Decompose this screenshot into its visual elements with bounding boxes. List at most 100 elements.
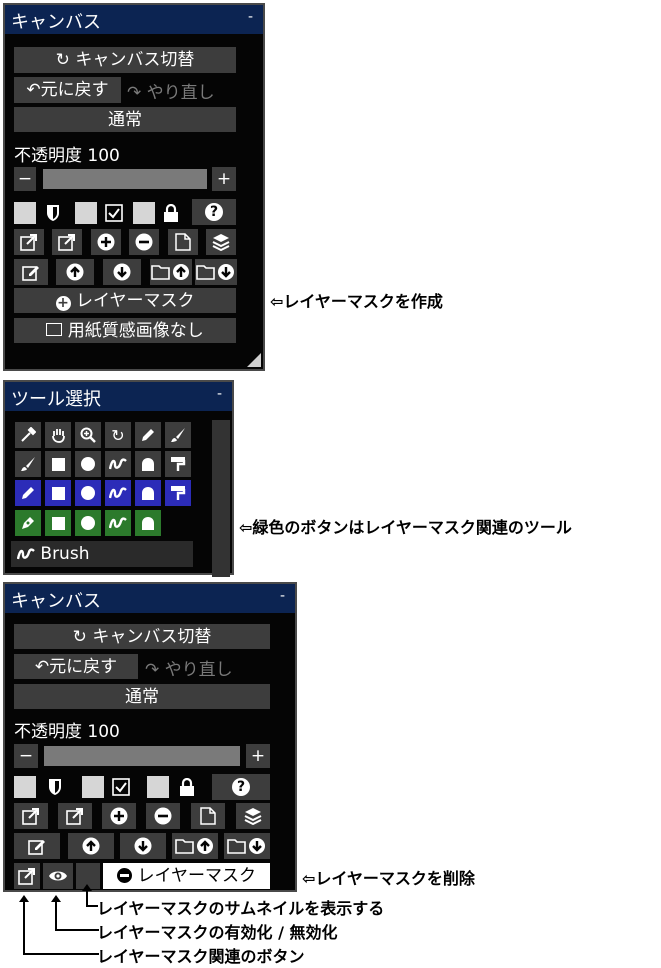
- mask-fill-icon[interactable]: [135, 510, 161, 536]
- opacity-slider[interactable]: [44, 746, 240, 766]
- add-layer-icon[interactable]: [102, 803, 136, 829]
- opacity-minus-button[interactable]: −: [14, 167, 36, 191]
- new-page-icon[interactable]: [191, 803, 225, 829]
- opacity-plus-button[interactable]: +: [246, 744, 270, 768]
- stroke-selected-icon[interactable]: [105, 480, 131, 506]
- mask-related-button-icon[interactable]: [14, 863, 40, 889]
- paintbrush-selected-icon[interactable]: [15, 480, 41, 506]
- layer-color-swatch-1[interactable]: [14, 776, 36, 798]
- help-button[interactable]: ?: [212, 774, 270, 800]
- opacity-minus-button[interactable]: −: [14, 744, 38, 768]
- switch-canvas-button[interactable]: ↻ キャンバス切替: [14, 624, 270, 649]
- tool-panel: ツール選択 - ↻ Brush: [3, 380, 234, 577]
- canvas-panel-mask: キャンバス - ↻ キャンバス切替 ↶元に戻す ↷ やり直し 通常 不透明度 1…: [3, 582, 297, 892]
- shield-icon[interactable]: [43, 776, 67, 798]
- pencil-icon[interactable]: [135, 422, 161, 448]
- add-layer-icon[interactable]: [91, 229, 121, 255]
- layers-icon[interactable]: [206, 229, 236, 255]
- layers-icon[interactable]: [236, 803, 270, 829]
- redo-button[interactable]: ↷ やり直し: [145, 655, 233, 680]
- rotate-icon[interactable]: ↻: [105, 422, 131, 448]
- lock-icon[interactable]: [159, 202, 183, 224]
- hand-icon[interactable]: [45, 422, 71, 448]
- folder-down-icon[interactable]: [224, 833, 270, 859]
- current-tool-bar[interactable]: Brush: [11, 541, 193, 567]
- eyedropper-icon[interactable]: [15, 422, 41, 448]
- help-button[interactable]: ?: [192, 199, 236, 225]
- blend-mode-select[interactable]: 通常: [14, 684, 270, 709]
- annotation-enable-disable: レイヤーマスクの有効化 / 無効化: [97, 923, 338, 942]
- new-page-icon[interactable]: [168, 229, 198, 255]
- rectangle-selected-icon[interactable]: [45, 480, 71, 506]
- layer-color-swatch-3[interactable]: [147, 776, 169, 798]
- brush-icon[interactable]: [165, 422, 191, 448]
- layer-color-swatch-2[interactable]: [82, 776, 104, 798]
- minimize-button[interactable]: -: [248, 9, 253, 25]
- leader-line-enable-v: [55, 900, 57, 930]
- redo-icon: ↷: [145, 660, 160, 680]
- lock-icon[interactable]: [175, 776, 199, 798]
- edit-icon[interactable]: [14, 833, 60, 859]
- layer-color-swatch-2[interactable]: [75, 202, 97, 224]
- remove-layer-icon[interactable]: [129, 229, 159, 255]
- zoom-icon[interactable]: [75, 422, 101, 448]
- opacity-slider[interactable]: [43, 169, 207, 189]
- mask-circle-icon[interactable]: [75, 510, 101, 536]
- undo-button[interactable]: ↶元に戻す: [14, 77, 121, 103]
- paintbrush-icon[interactable]: [15, 451, 41, 477]
- move-up-icon[interactable]: [56, 259, 94, 285]
- rectangle-icon[interactable]: [45, 451, 71, 477]
- layer-color-swatch-1[interactable]: [14, 202, 36, 224]
- shield-icon[interactable]: [41, 202, 65, 224]
- redo-button[interactable]: ↷ やり直し: [127, 78, 215, 103]
- canvas-panel: キャンバス - ↻ キャンバス切替 ↶元に戻す ↷ やり直し 通常 不透明度 1…: [3, 3, 265, 371]
- bell-fill-selected-icon[interactable]: [135, 480, 161, 506]
- help-icon: ?: [205, 203, 223, 221]
- delete-layer-mask-button[interactable]: レイヤーマスク: [103, 863, 270, 889]
- circle-icon[interactable]: [75, 451, 101, 477]
- move-up-icon[interactable]: [68, 833, 114, 859]
- checkbox-icon[interactable]: [102, 202, 126, 224]
- remove-layer-icon[interactable]: [146, 803, 180, 829]
- resize-grip-icon[interactable]: [247, 353, 261, 367]
- edit-icon[interactable]: [14, 259, 48, 285]
- export-icon[interactable]: [14, 803, 48, 829]
- minimize-button[interactable]: -: [280, 588, 285, 604]
- blend-mode-select[interactable]: 通常: [14, 107, 236, 132]
- roller-icon[interactable]: [165, 451, 191, 477]
- checkbox-icon[interactable]: [109, 776, 133, 798]
- mask-stroke-icon[interactable]: [105, 510, 131, 536]
- layer-color-swatch-3[interactable]: [133, 202, 155, 224]
- export-icon[interactable]: [14, 229, 44, 255]
- canvas-panel-titlebar[interactable]: キャンバス -: [5, 5, 263, 34]
- bell-fill-icon[interactable]: [135, 451, 161, 477]
- folder-up-icon[interactable]: [172, 833, 218, 859]
- eye-icon[interactable]: [43, 863, 73, 889]
- paper-texture-button[interactable]: 用紙質感画像なし: [14, 318, 236, 343]
- folder-up-icon[interactable]: [150, 259, 192, 285]
- create-layer-mask-button[interactable]: + レイヤーマスク: [14, 288, 236, 313]
- tool-panel-titlebar[interactable]: ツール選択 -: [5, 382, 232, 411]
- leader-line-related-v: [23, 900, 25, 954]
- opacity-plus-button[interactable]: +: [212, 167, 236, 191]
- move-down-icon[interactable]: [103, 259, 141, 285]
- roller-selected-icon[interactable]: [165, 480, 191, 506]
- canvas-panel-mask-titlebar[interactable]: キャンバス -: [5, 584, 295, 613]
- export-alt-icon[interactable]: [52, 229, 82, 255]
- undo-icon: ↶: [34, 657, 50, 677]
- delete-layer-mask-label: レイヤーマスク: [137, 866, 256, 886]
- mask-rectangle-icon[interactable]: [45, 510, 71, 536]
- switch-canvas-button[interactable]: ↻ キャンバス切替: [14, 47, 236, 73]
- refresh-icon: ↻: [72, 627, 87, 647]
- folder-down-icon[interactable]: [195, 259, 237, 285]
- mask-pen-icon[interactable]: [15, 510, 41, 536]
- circle-selected-icon[interactable]: [75, 480, 101, 506]
- stroke-icon[interactable]: [105, 451, 131, 477]
- undo-button[interactable]: ↶元に戻す: [14, 654, 138, 679]
- annotation-green-buttons: ⇦緑色のボタンはレイヤーマスク関連のツール: [239, 518, 572, 537]
- minimize-button[interactable]: -: [217, 386, 222, 402]
- move-down-icon[interactable]: [120, 833, 166, 859]
- arrow-up-icon: [82, 884, 92, 891]
- tool-scrollbar[interactable]: [212, 420, 230, 577]
- export-alt-icon[interactable]: [58, 803, 92, 829]
